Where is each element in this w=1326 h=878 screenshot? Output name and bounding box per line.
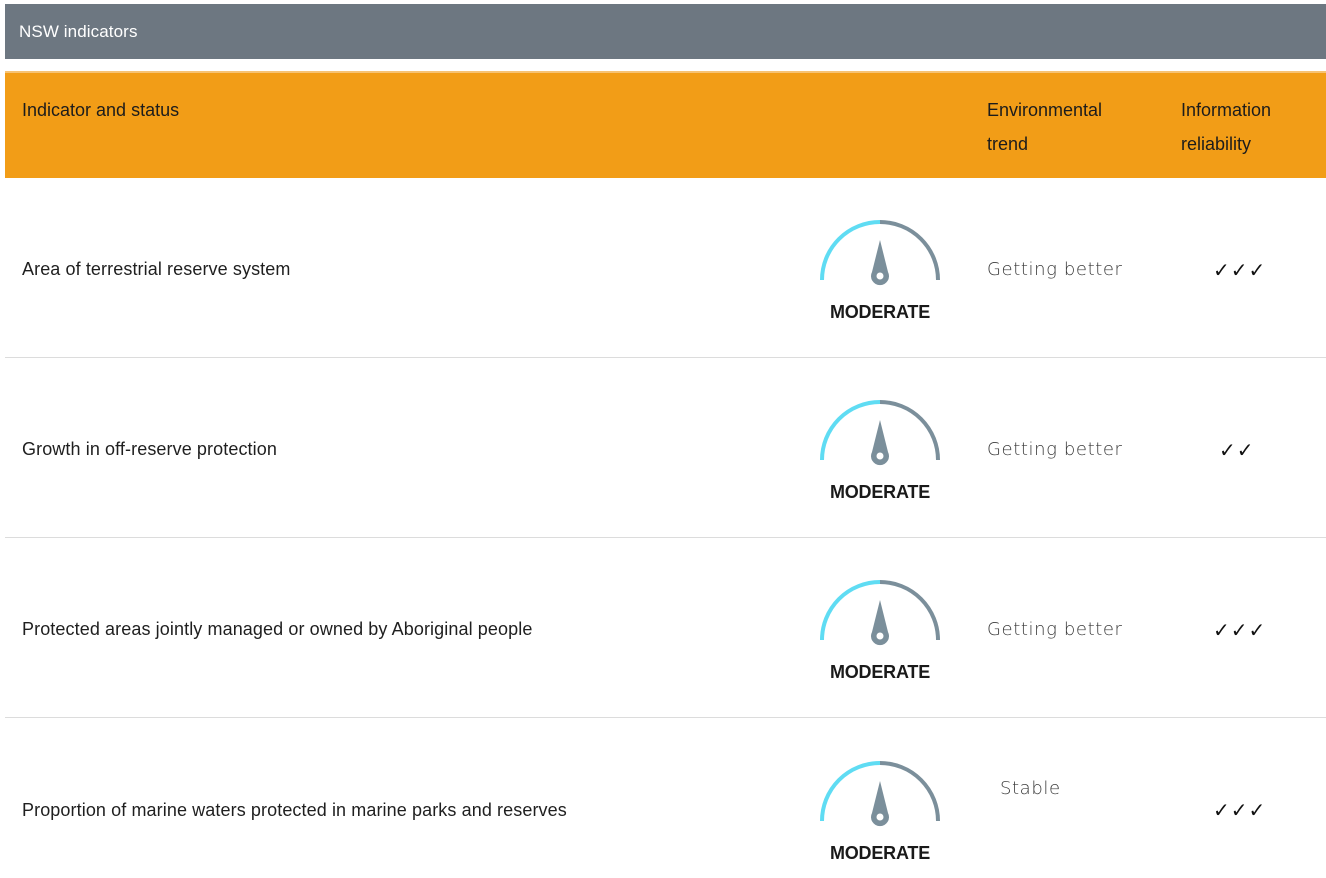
reliability-ticks: ✓✓✓ — [1213, 798, 1267, 822]
reliability-ticks: ✓✓ — [1219, 438, 1255, 462]
page: NSW indicators Indicator and status Envi… — [0, 0, 1326, 878]
indicator-name: Protected areas jointly managed or owned… — [22, 619, 533, 639]
table-header: Indicator and status Environmental trend… — [5, 71, 1326, 178]
header-reliability-line-2: reliability — [1181, 134, 1252, 154]
moderate-gauge-icon — [820, 220, 940, 286]
table-row: Protected areas jointly managed or owned… — [5, 538, 1326, 718]
status-label: MODERATE — [829, 482, 931, 502]
status-label: MODERATE — [829, 662, 931, 682]
table-row: Growth in off-reserve protection MODERAT… — [5, 358, 1326, 538]
window-title: NSW indicators — [19, 22, 138, 41]
trend-value: Getting better — [987, 259, 1123, 280]
status-gauge: MODERATE — [810, 572, 950, 692]
table-row: Area of terrestrial reserve system MODER… — [5, 178, 1326, 358]
status-label: MODERATE — [829, 843, 931, 863]
header-information-reliability: Information reliability — [1181, 93, 1321, 161]
header-reliability-line-1: Information — [1181, 100, 1272, 120]
trend-value: Getting better — [987, 619, 1123, 640]
indicator-name: Proportion of marine waters protected in… — [22, 800, 567, 820]
trend-value: Getting better — [987, 439, 1123, 460]
status-gauge: MODERATE — [810, 753, 950, 873]
trend-value: Stable — [1000, 778, 1061, 799]
moderate-gauge-icon — [820, 580, 940, 646]
status-label: MODERATE — [829, 302, 931, 322]
reliability-ticks: ✓✓✓ — [1213, 258, 1267, 282]
header-trend-line-2: trend — [987, 134, 1029, 154]
header-environmental-trend: Environmental trend — [987, 93, 1157, 161]
header-trend-line-1: Environmental — [987, 100, 1103, 120]
window-title-bar: NSW indicators — [5, 4, 1326, 59]
table-row: Proportion of marine waters protected in… — [5, 718, 1326, 878]
header-indicator-and-status: Indicator and status — [22, 100, 180, 120]
moderate-gauge-icon — [820, 400, 940, 466]
moderate-gauge-icon — [820, 761, 940, 827]
indicator-name: Growth in off-reserve protection — [22, 439, 277, 459]
status-gauge: MODERATE — [810, 212, 950, 332]
status-gauge: MODERATE — [810, 392, 950, 512]
indicator-name: Area of terrestrial reserve system — [22, 259, 291, 279]
reliability-ticks: ✓✓✓ — [1213, 618, 1267, 642]
